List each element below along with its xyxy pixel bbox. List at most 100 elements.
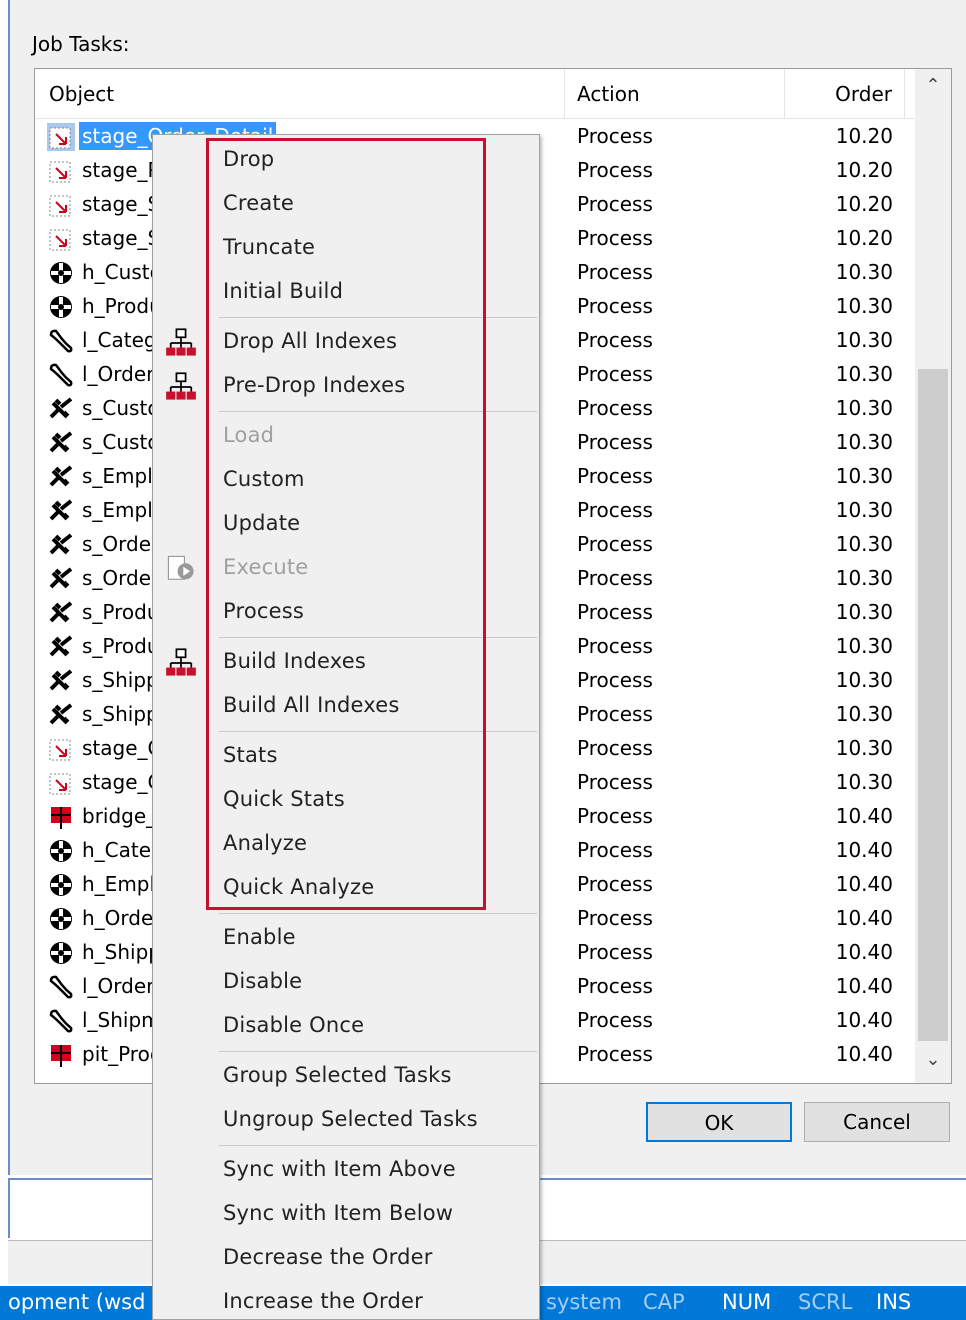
satellite-icon	[47, 463, 75, 491]
row-order: 10.30	[835, 362, 893, 386]
row-action: Process	[577, 192, 653, 216]
row-action: Process	[577, 736, 653, 760]
row-action: Process	[577, 158, 653, 182]
menu-item-label: Process	[223, 599, 305, 623]
menu-item-label: Increase the Order	[223, 1289, 423, 1313]
satellite-icon	[49, 601, 73, 623]
row-order: 10.30	[835, 396, 893, 420]
row-order: 10.20	[835, 124, 893, 148]
hub-icon	[50, 908, 72, 930]
hub-icon	[47, 837, 75, 865]
menu-item-update[interactable]: Update	[153, 503, 539, 547]
menu-item-drop[interactable]: Drop	[153, 139, 539, 183]
scroll-up-icon[interactable]: ⌃	[915, 75, 951, 105]
hub-icon	[47, 259, 75, 287]
row-order: 10.30	[835, 464, 893, 488]
row-action: Process	[577, 328, 653, 352]
row-object-name: bridge_	[82, 804, 157, 828]
index-tree-icon	[165, 327, 197, 359]
row-order: 10.30	[835, 566, 893, 590]
hub-icon	[50, 840, 72, 862]
menu-item-ungroup-selected-tasks[interactable]: Ungroup Selected Tasks	[153, 1099, 539, 1143]
menu-item-group-selected-tasks[interactable]: Group Selected Tasks	[153, 1055, 539, 1099]
menu-item-enable[interactable]: Enable	[153, 917, 539, 961]
row-order: 10.20	[835, 226, 893, 250]
satellite-icon	[49, 703, 73, 725]
menu-item-disable-once[interactable]: Disable Once	[153, 1005, 539, 1049]
row-action: Process	[577, 600, 653, 624]
menu-separator	[219, 1051, 537, 1052]
menu-item-label: Disable Once	[223, 1013, 365, 1037]
row-object-name: s_Shipp	[82, 702, 159, 726]
menu-item-disable[interactable]: Disable	[153, 961, 539, 1005]
row-object-name: l_Categ	[82, 328, 157, 352]
menu-item-stats[interactable]: Stats	[153, 735, 539, 779]
menu-item-decrease-the-order[interactable]: Decrease the Order	[153, 1237, 539, 1281]
row-object-name: stage_P	[82, 158, 160, 182]
row-action: Process	[577, 872, 653, 896]
row-object-name: s_Order	[82, 532, 160, 556]
menu-item-label: Sync with Item Below	[223, 1201, 454, 1225]
menu-item-execute: Execute	[153, 547, 539, 591]
stage-table-icon	[47, 225, 75, 253]
hub-icon	[47, 871, 75, 899]
row-order: 10.40	[835, 940, 893, 964]
row-action: Process	[577, 906, 653, 930]
menu-item-sync-with-item-below[interactable]: Sync with Item Below	[153, 1193, 539, 1237]
row-action: Process	[577, 498, 653, 522]
column-header-action[interactable]: Action	[565, 69, 785, 119]
list-header: Object Action Order	[35, 69, 915, 119]
ok-button[interactable]: OK	[646, 1102, 792, 1142]
row-action: Process	[577, 294, 653, 318]
status-ins: INS	[876, 1290, 912, 1314]
menu-item-quick-analyze[interactable]: Quick Analyze	[153, 867, 539, 911]
satellite-icon	[49, 635, 73, 657]
row-action: Process	[577, 770, 653, 794]
satellite-icon	[49, 669, 73, 691]
status-num: NUM	[722, 1290, 772, 1314]
row-action: Process	[577, 838, 653, 862]
satellite-icon	[49, 533, 73, 555]
menu-item-sync-with-item-above[interactable]: Sync with Item Above	[153, 1149, 539, 1193]
vertical-scrollbar[interactable]: ⌃ ⌄	[915, 69, 951, 1083]
row-object-name: stage_S	[82, 226, 161, 250]
row-order: 10.40	[835, 974, 893, 998]
scroll-down-icon[interactable]: ⌄	[915, 1049, 951, 1079]
menu-separator	[219, 913, 537, 914]
row-order: 10.30	[835, 736, 893, 760]
row-order: 10.40	[835, 872, 893, 896]
row-action: Process	[577, 396, 653, 420]
column-header-object[interactable]: Object	[35, 69, 565, 119]
row-order: 10.30	[835, 328, 893, 352]
row-object-name: s_Custo	[82, 430, 160, 454]
menu-item-label: Quick Stats	[223, 787, 345, 811]
menu-item-label: Pre-Drop Indexes	[223, 373, 406, 397]
index-tree-icon	[166, 372, 196, 400]
column-header-order[interactable]: Order	[785, 69, 905, 119]
menu-item-analyze[interactable]: Analyze	[153, 823, 539, 867]
menu-item-increase-the-order[interactable]: Increase the Order	[153, 1281, 539, 1320]
menu-item-custom[interactable]: Custom	[153, 459, 539, 503]
menu-item-build-indexes[interactable]: Build Indexes	[153, 641, 539, 685]
menu-separator	[219, 317, 537, 318]
status-system: system	[546, 1290, 622, 1314]
menu-item-pre-drop-indexes[interactable]: Pre-Drop Indexes	[153, 365, 539, 409]
scroll-thumb[interactable]	[918, 369, 948, 1041]
menu-item-process[interactable]: Process	[153, 591, 539, 635]
row-order: 10.40	[835, 804, 893, 828]
hub-icon	[50, 874, 72, 896]
row-object-name: h_Empl	[82, 872, 156, 896]
satellite-icon	[47, 667, 75, 695]
cancel-button[interactable]: Cancel	[804, 1102, 950, 1142]
menu-item-initial-build[interactable]: Initial Build	[153, 271, 539, 315]
menu-item-drop-all-indexes[interactable]: Drop All Indexes	[153, 321, 539, 365]
row-order: 10.30	[835, 668, 893, 692]
menu-item-label: Stats	[223, 743, 278, 767]
row-action: Process	[577, 566, 653, 590]
menu-item-truncate[interactable]: Truncate	[153, 227, 539, 271]
row-object-name: h_Orde	[82, 906, 154, 930]
menu-item-quick-stats[interactable]: Quick Stats	[153, 779, 539, 823]
menu-item-build-all-indexes[interactable]: Build All Indexes	[153, 685, 539, 729]
menu-item-create[interactable]: Create	[153, 183, 539, 227]
satellite-icon	[47, 531, 75, 559]
